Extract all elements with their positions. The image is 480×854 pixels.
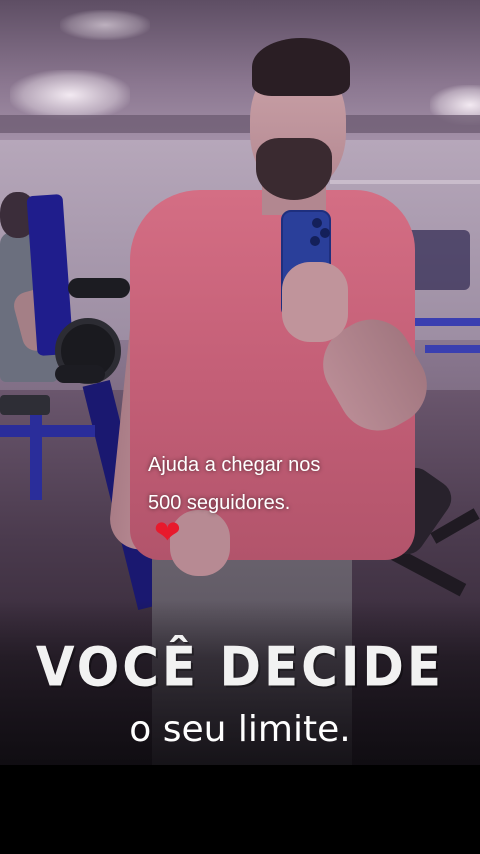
machine-bar bbox=[68, 278, 130, 298]
blue-machine-post bbox=[30, 410, 42, 500]
machine-bar bbox=[55, 365, 105, 383]
caption-line-2-text: 500 seguidores. bbox=[148, 492, 291, 514]
man-hair bbox=[252, 38, 350, 96]
heart-icon: ❤ bbox=[154, 514, 181, 550]
blue-machine-rail bbox=[0, 425, 95, 437]
ceiling-light bbox=[60, 10, 150, 40]
caption-line-2: 500 seguidores. ❤ bbox=[148, 484, 448, 550]
man-right-hand bbox=[282, 262, 348, 342]
mirror-edge bbox=[330, 180, 480, 184]
bottom-letterbox bbox=[0, 765, 480, 854]
background-machine bbox=[425, 345, 480, 353]
story-caption: Ajuda a chegar nos 500 seguidores. ❤ bbox=[148, 446, 448, 550]
ceiling-light bbox=[10, 70, 130, 120]
subline-text: o seu limite. bbox=[129, 709, 351, 750]
ceiling-beam bbox=[0, 115, 480, 133]
phone-camera-lens bbox=[312, 218, 322, 228]
phone-camera-lens bbox=[310, 236, 320, 246]
headline-text: VOCÊ DECIDE bbox=[35, 635, 445, 699]
man-beard bbox=[256, 138, 332, 200]
caption-line-1: Ajuda a chegar nos bbox=[148, 454, 321, 476]
background-machine bbox=[415, 318, 480, 326]
machine-pad bbox=[0, 395, 50, 415]
phone-camera-lens bbox=[320, 228, 330, 238]
